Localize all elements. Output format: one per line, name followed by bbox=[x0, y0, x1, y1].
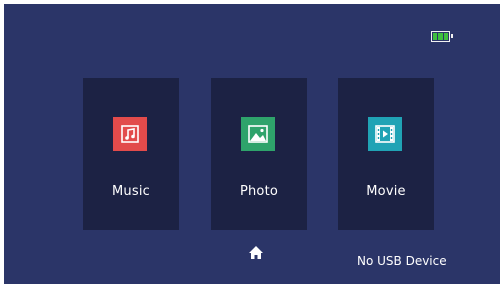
film-icon bbox=[368, 117, 402, 151]
home-icon[interactable] bbox=[248, 245, 264, 260]
menu-label-photo: Photo bbox=[239, 184, 279, 199]
menu-label-music: Music bbox=[112, 184, 150, 199]
menu-tile-photo[interactable]: Photo bbox=[211, 78, 307, 230]
photo-icon bbox=[241, 117, 275, 151]
menu-tile-movie[interactable]: Movie bbox=[338, 78, 434, 230]
usb-status-text: No USB Device bbox=[357, 254, 447, 268]
menu-tile-music[interactable]: Music bbox=[83, 78, 179, 230]
menu-label-movie: Movie bbox=[366, 184, 406, 199]
battery-icon bbox=[431, 31, 453, 42]
media-player-screen: Music Photo Movie No USB Device bbox=[4, 4, 500, 284]
music-note-icon bbox=[113, 117, 147, 151]
